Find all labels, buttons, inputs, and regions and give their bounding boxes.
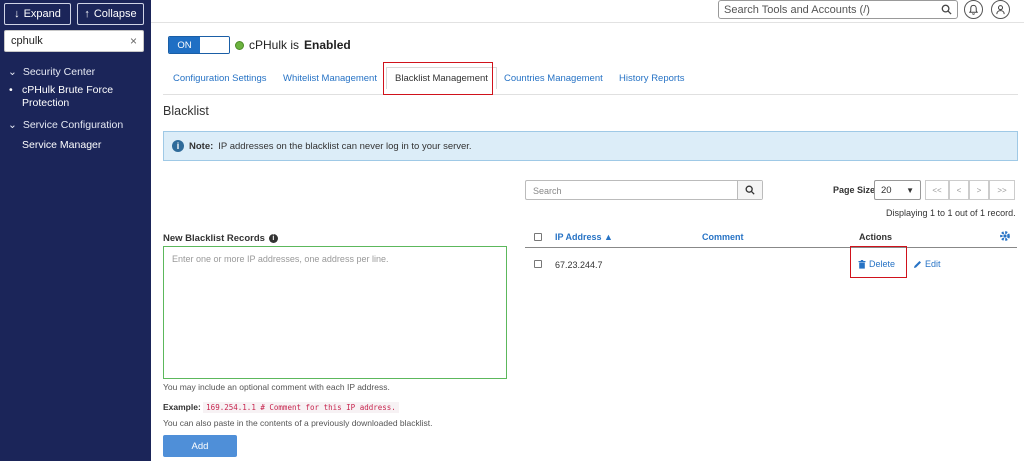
search-icon (745, 185, 755, 195)
toggle-knob (200, 37, 229, 53)
page-size-label: Page Size (833, 185, 876, 195)
sidebar-item-label: Service Manager (22, 139, 102, 151)
expand-button[interactable]: ↓ Expand (4, 3, 71, 25)
status-text: cPHulk is (249, 38, 300, 52)
arrow-up-icon: ↑ (84, 8, 90, 20)
page: ↓ Expand ↑ Collapse cphulk × ⌄ Security … (0, 0, 1024, 461)
last-page-button[interactable]: >> (989, 180, 1015, 200)
highlight-box (850, 246, 907, 278)
active-dot-icon: • (9, 84, 13, 96)
sidebar-filter-input[interactable]: cphulk × (4, 30, 144, 52)
table-search-button[interactable] (737, 181, 762, 199)
edit-button[interactable]: Edit (913, 259, 941, 269)
column-comment[interactable]: Comment (702, 232, 744, 242)
global-search-placeholder: Search Tools and Accounts (/) (724, 3, 870, 16)
example-code: 169.254.1.1 # Comment for this IP addres… (203, 402, 399, 413)
bell-icon (968, 4, 979, 15)
info-icon: i (172, 140, 184, 152)
cphulk-status: cPHulk is Enabled (235, 38, 351, 52)
group-label: Service Configuration (22, 119, 124, 131)
page-size-select[interactable]: 20 ▼ (874, 180, 921, 200)
new-records-label: New Blacklist Records i (163, 233, 278, 244)
sidebar-item-label: cPHulk Brute Force (22, 84, 114, 96)
first-page-button[interactable]: << (925, 180, 949, 200)
collapse-label: Collapse (93, 8, 137, 20)
sidebar-filter-value: cphulk (11, 35, 43, 47)
chevron-down-icon: ⌄ (8, 66, 17, 78)
sidebar-item-cphulk[interactable]: • cPHulk Brute Force Protection (9, 84, 114, 110)
note-banner: i Note: IP addresses on the blacklist ca… (163, 131, 1018, 161)
user-icon (996, 5, 1005, 15)
page-size-value: 20 (881, 184, 892, 196)
select-all-checkbox[interactable] (534, 233, 542, 241)
arrow-down-icon: ↓ (14, 8, 20, 20)
expand-label: Expand (23, 8, 61, 20)
status-state: Enabled (304, 38, 351, 52)
clear-filter-icon[interactable]: × (130, 34, 137, 48)
pencil-icon (914, 260, 921, 268)
add-button[interactable]: Add (163, 435, 237, 457)
search-icon[interactable] (941, 4, 952, 15)
sidebar-group-service-configuration[interactable]: ⌄ Service Configuration (0, 119, 123, 131)
next-page-button[interactable]: > (969, 180, 989, 200)
example-line: Example: 169.254.1.1 # Comment for this … (163, 402, 399, 413)
new-records-label-text: New Blacklist Records (163, 233, 265, 244)
status-dot-icon (235, 40, 244, 50)
paste-hint: You can also paste in the contents of a … (163, 418, 433, 428)
table-search: Search (525, 180, 763, 200)
group-label: Security Center (22, 66, 96, 78)
prev-page-button[interactable]: < (949, 180, 969, 200)
tab-whitelist-management[interactable]: Whitelist Management (283, 73, 377, 84)
notifications-button[interactable] (964, 0, 983, 19)
comment-hint: You may include an optional comment with… (163, 382, 390, 392)
example-label: Example: (163, 402, 201, 412)
note-text: IP addresses on the blacklist can never … (218, 140, 472, 152)
highlight-box (383, 62, 493, 95)
note-label: Note: (189, 140, 214, 152)
tab-history-reports[interactable]: History Reports (619, 73, 684, 84)
collapse-button[interactable]: ↑ Collapse (77, 3, 144, 25)
cphulk-toggle[interactable]: ON (168, 36, 230, 54)
chevron-down-icon: ⌄ (8, 119, 17, 131)
section-title: Blacklist (163, 104, 209, 118)
sidebar-toolbar: ↓ Expand ↑ Collapse (4, 3, 144, 25)
gear-icon[interactable] (999, 230, 1011, 242)
tab-divider (163, 94, 1018, 95)
table-search-input[interactable]: Search (526, 181, 737, 199)
row-ip-address: 67.23.244.7 (555, 260, 603, 270)
info-icon[interactable]: i (268, 234, 278, 243)
table-header: IP Address ▲ Comment Actions (525, 226, 1017, 248)
column-actions: Actions (859, 232, 893, 242)
global-search-input[interactable]: Search Tools and Accounts (/) (718, 0, 958, 19)
sidebar-item-service-manager[interactable]: Service Manager (22, 139, 101, 152)
tab-countries-management[interactable]: Countries Management (504, 73, 603, 84)
textarea-placeholder: Enter one or more IP addresses, one addr… (172, 254, 389, 264)
chevron-down-icon: ▼ (906, 185, 914, 195)
topbar: Search Tools and Accounts (/) (151, 0, 1024, 23)
column-ip-address[interactable]: IP Address ▲ (555, 232, 613, 242)
new-records-textarea[interactable]: Enter one or more IP addresses, one addr… (163, 246, 507, 379)
sidebar-item-label: Protection (22, 97, 70, 109)
row-checkbox[interactable] (534, 260, 542, 268)
table-row: 67.23.244.7 Delete Edit (525, 250, 1017, 278)
sidebar-group-security-center[interactable]: ⌄ Security Center (0, 66, 95, 78)
edit-label: Edit (925, 259, 941, 269)
user-menu-button[interactable] (991, 0, 1010, 19)
tab-configuration-settings[interactable]: Configuration Settings (173, 73, 266, 84)
sidebar: ↓ Expand ↑ Collapse cphulk × ⌄ Security … (0, 0, 151, 461)
record-count: Displaying 1 to 1 out of 1 record. (886, 208, 1016, 218)
toggle-on-label: ON (169, 37, 200, 53)
